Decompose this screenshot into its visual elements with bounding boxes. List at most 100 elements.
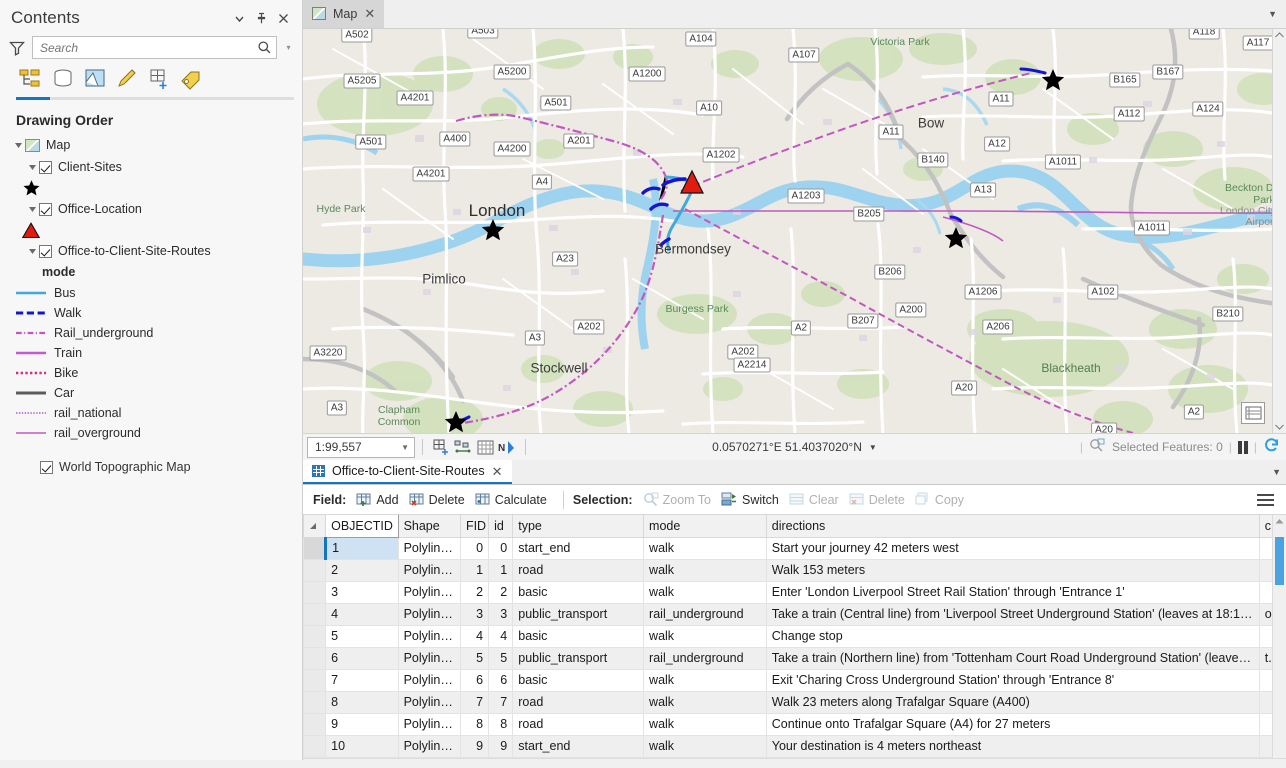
cell-mode[interactable]: walk [644,537,767,559]
row-select-cell[interactable] [304,735,326,757]
cell-shape[interactable]: Polyline Z [398,735,460,757]
cell-fid[interactable]: 0 [460,537,488,559]
cell-type[interactable]: road [513,691,644,713]
select-all-corner[interactable] [304,515,326,537]
delete-field-button[interactable]: Delete [406,490,472,509]
cell-objectid[interactable]: 7 [326,669,398,691]
column-header-id[interactable]: id [489,515,513,537]
table-row[interactable]: 10Polyline Z99start_endwalkYour destinat… [304,735,1286,757]
table-row[interactable]: 8Polyline Z77roadwalkWalk 23 meters alon… [304,691,1286,713]
map-vertical-scrollbar[interactable] [1272,29,1286,433]
cell-directions[interactable]: Exit 'Charing Cross Underground Station'… [766,669,1259,691]
column-header-type[interactable]: type [513,515,644,537]
expand-triangle-icon[interactable] [26,163,39,172]
contents-horizontal-scrollbar[interactable] [0,760,303,768]
table-row[interactable]: 2Polyline Z11roadwalkWalk 153 meters [304,559,1286,581]
chevron-down-icon[interactable]: ▼ [869,443,877,452]
cell-id[interactable]: 0 [489,537,513,559]
add-grid-icon[interactable] [430,437,452,457]
legend-item-rail_underground[interactable]: Rail_underground [10,323,302,343]
table-row[interactable]: 4Polyline Z33public_transportrail_underg… [304,603,1286,625]
cell-mode[interactable]: rail_underground [644,603,767,625]
close-icon[interactable]: ✕ [364,7,375,20]
pause-drawing-icon[interactable] [1238,441,1248,454]
cell-type[interactable]: road [513,713,644,735]
cell-directions[interactable]: Walk 153 meters [766,559,1259,581]
legend-item-car[interactable]: Car [10,383,302,403]
north-arrow-icon[interactable]: N [496,437,518,457]
cell-objectid[interactable]: 2 [326,559,398,581]
row-select-cell[interactable] [304,691,326,713]
cell-id[interactable]: 7 [489,691,513,713]
close-icon[interactable] [277,12,290,25]
search-options-caret[interactable]: ▾ [283,43,294,52]
list-by-drawing-order-icon[interactable] [16,65,46,93]
cell-type[interactable]: start_end [513,735,644,757]
refresh-icon[interactable] [1263,438,1280,456]
scroll-up-icon[interactable] [1273,518,1286,525]
list-by-labeling-icon[interactable] [176,65,206,93]
cell-fid[interactable]: 3 [460,603,488,625]
table-row[interactable]: 3Polyline Z22basicwalkEnter 'London Live… [304,581,1286,603]
cell-fid[interactable]: 9 [460,735,488,757]
cell-type[interactable]: basic [513,669,644,691]
row-select-cell[interactable] [304,581,326,603]
sidebar-item-office-location[interactable]: Office-Location [10,198,302,220]
close-icon[interactable]: ✕ [492,465,503,478]
search-input-wrapper[interactable] [32,36,277,59]
tree-item-map[interactable]: Map [10,134,302,156]
cell-mode[interactable]: rail_underground [644,647,767,669]
cell-shape[interactable]: Polyline Z [398,691,460,713]
cell-fid[interactable]: 1 [460,559,488,581]
row-select-cell[interactable] [304,647,326,669]
calculate-field-button[interactable]: Calculate [472,490,554,509]
cell-objectid[interactable]: 1 [326,537,398,559]
cell-shape[interactable]: Polyline Z [398,603,460,625]
table-row[interactable]: 9Polyline Z88roadwalkContinue onto Trafa… [304,713,1286,735]
cell-mode[interactable]: walk [644,713,767,735]
sidebar-item-client-sites[interactable]: Client-Sites [10,156,302,178]
cell-id[interactable]: 8 [489,713,513,735]
cell-id[interactable]: 1 [489,559,513,581]
cell-shape[interactable]: Polyline Z [398,713,460,735]
column-header-mode[interactable]: mode [644,515,767,537]
cell-mode[interactable]: walk [644,581,767,603]
cell-type[interactable]: basic [513,581,644,603]
layer-visibility-checkbox[interactable] [39,203,52,216]
cell-shape[interactable]: Polyline Z [398,559,460,581]
cell-objectid[interactable]: 10 [326,735,398,757]
column-header-directions[interactable]: directions [766,515,1259,537]
tab-attribute-table[interactable]: Office-to-Client-Site-Routes ✕ [303,460,512,484]
tab-map[interactable]: Map ✕ [303,0,384,28]
table-row[interactable]: 6Polyline Z55public_transportrail_underg… [304,647,1286,669]
cell-shape[interactable]: Polyline Z [398,647,460,669]
cell-fid[interactable]: 5 [460,647,488,669]
expand-triangle-icon[interactable] [26,205,39,214]
cell-directions[interactable]: Walk 23 meters along Trafalgar Square (A… [766,691,1259,713]
overview-map-button[interactable] [1241,402,1265,424]
row-select-cell[interactable] [304,625,326,647]
list-by-editing-icon[interactable] [112,65,142,93]
table-horizontal-scrollbar[interactable] [303,758,1286,768]
cell-directions[interactable]: Take a train (Northern line) from 'Totte… [766,647,1259,669]
grid-icon[interactable] [474,437,496,457]
map-scale-combo[interactable]: 1:99,557 ▼ [307,437,415,458]
cell-directions[interactable]: Take a train (Central line) from 'Liverp… [766,603,1259,625]
cell-type[interactable]: road [513,559,644,581]
column-header-shape[interactable]: Shape [398,515,460,537]
cell-shape[interactable]: Polyline Z [398,581,460,603]
cell-type[interactable]: public_transport [513,647,644,669]
legend-item-rail_overground[interactable]: rail_overground [10,423,302,443]
cell-id[interactable]: 4 [489,625,513,647]
switch-selection-button[interactable]: Switch [718,490,786,509]
column-header-fid[interactable]: FID [460,515,488,537]
cell-mode[interactable]: walk [644,559,767,581]
table-vertical-scrollbar[interactable] [1272,515,1286,758]
row-select-cell[interactable] [304,603,326,625]
table-row[interactable]: 5Polyline Z44basicwalkChange stop [304,625,1286,647]
cell-objectid[interactable]: 3 [326,581,398,603]
cell-type[interactable]: start_end [513,537,644,559]
pin-icon[interactable] [255,12,268,25]
cell-objectid[interactable]: 5 [326,625,398,647]
cell-directions[interactable]: Your destination is 4 meters northeast [766,735,1259,757]
